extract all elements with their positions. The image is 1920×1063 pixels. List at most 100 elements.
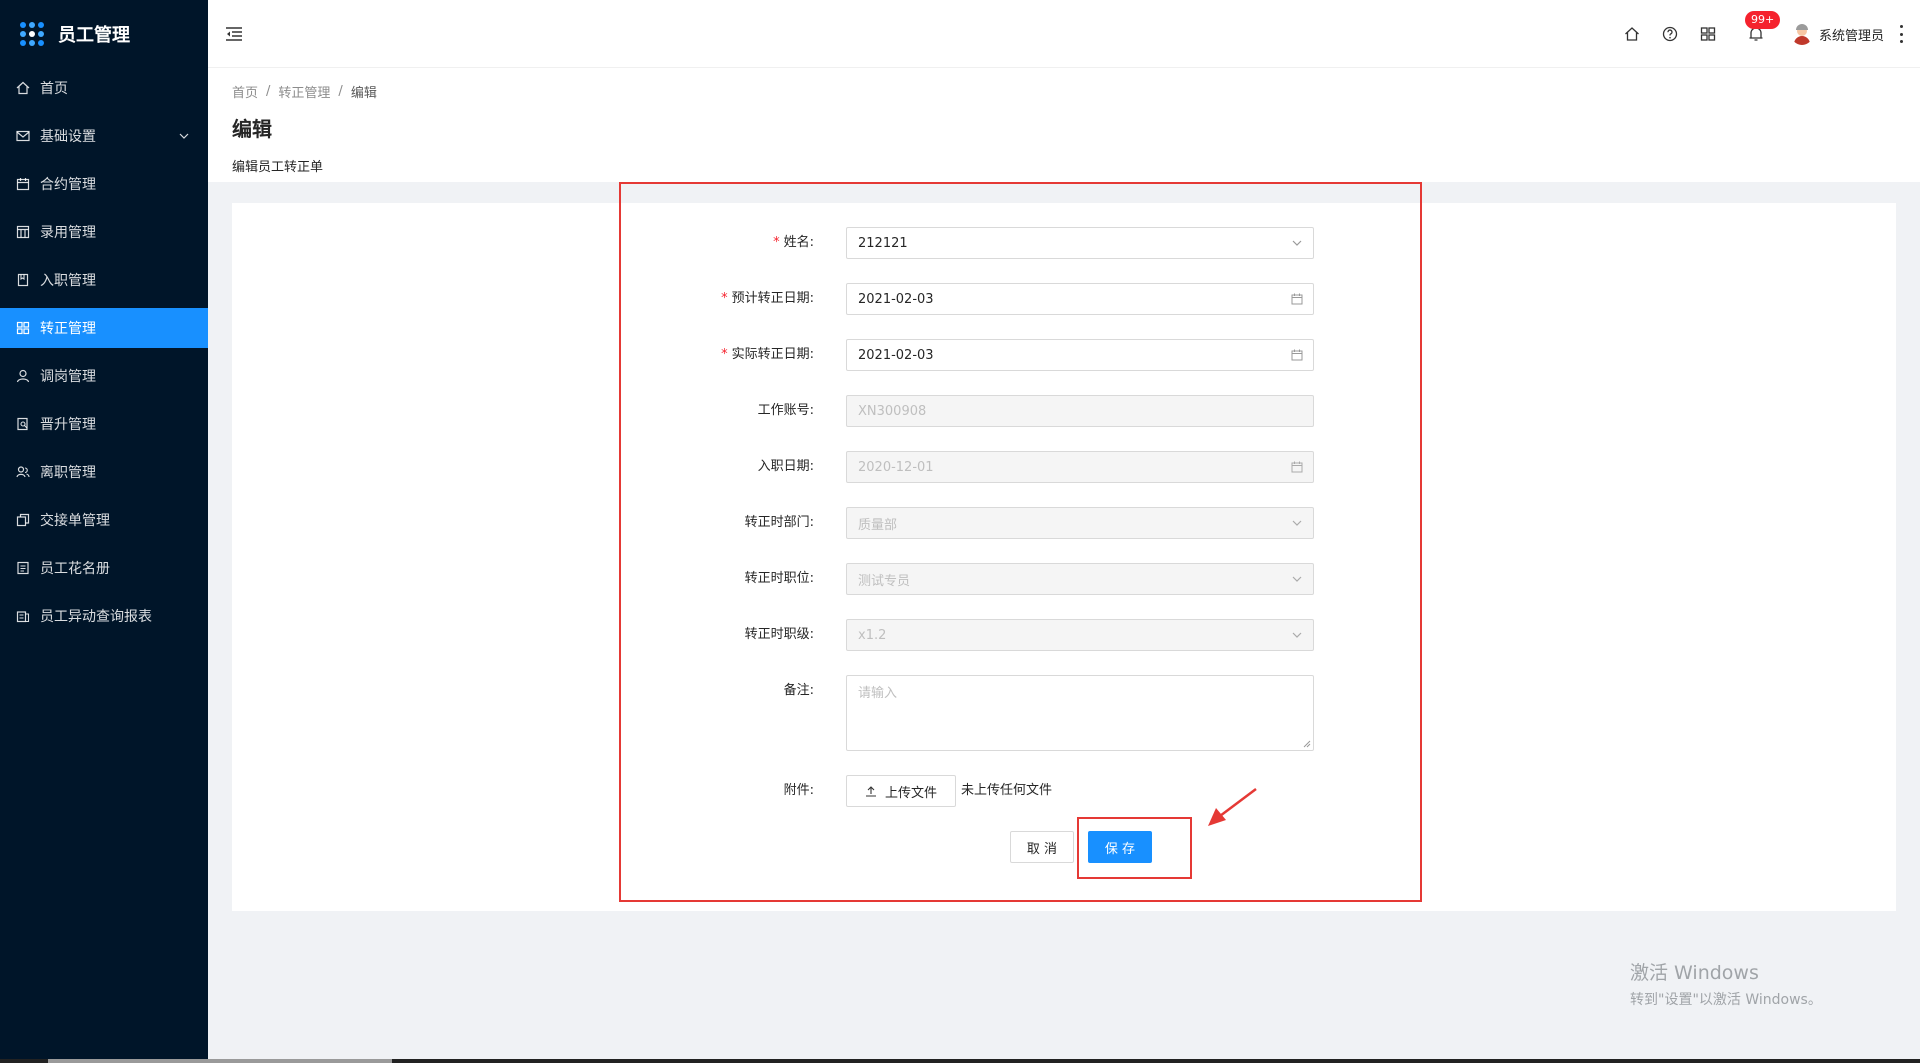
hire-date-picker[interactable]: 2020-12-01 — [846, 451, 1314, 483]
more-vertical-icon[interactable] — [1898, 25, 1904, 43]
position-value: 测试专员 — [858, 573, 911, 589]
work-account-input[interactable]: XN300908 — [846, 395, 1314, 427]
username: 系统管理员 — [1818, 28, 1884, 44]
breadcrumb-home[interactable]: 首页 — [232, 82, 258, 101]
sidebar-item-basic-settings[interactable]: 基础设置 — [0, 116, 208, 156]
sidebar-item-label: 首页 — [40, 81, 68, 97]
sidebar-item-regularization[interactable]: 转正管理 — [0, 308, 208, 348]
name-select[interactable]: 212121 — [846, 227, 1314, 259]
sidebar-item-label: 基础设置 — [40, 129, 96, 145]
sidebar-item-label: 晋升管理 — [40, 417, 96, 433]
form-row-department: 转正时部门: 质量部 — [232, 507, 1896, 539]
form-row-work-account: 工作账号: XN300908 — [232, 395, 1896, 427]
cancel-button[interactable]: 取 消 — [1010, 831, 1074, 863]
avatar — [1790, 23, 1813, 45]
form-label: * 姓名: — [773, 235, 814, 250]
report-icon — [16, 609, 30, 623]
menu-fold-icon[interactable] — [224, 24, 244, 44]
breadcrumb-separator: / — [266, 84, 271, 99]
form-actions: 取 消 保 存 — [232, 831, 1896, 863]
sidebar-item-home[interactable]: 首页 — [0, 68, 208, 108]
upload-file-button[interactable]: 上传文件 — [846, 775, 956, 807]
sidebar-item-label: 离职管理 — [40, 465, 96, 481]
sidebar-item-change-report[interactable]: 员工异动查询报表 — [0, 596, 208, 636]
chevron-down-icon — [1292, 576, 1302, 582]
appstore-icon — [16, 321, 30, 335]
chevron-down-icon — [1292, 520, 1302, 526]
user-menu[interactable]: 系统管理员 — [1790, 23, 1884, 45]
hire-date-value: 2020-12-01 — [858, 459, 934, 475]
sidebar-item-onboarding[interactable]: 入职管理 — [0, 260, 208, 300]
required-mark: * — [721, 291, 728, 306]
chevron-down-icon — [1292, 632, 1302, 638]
header-actions: 99+ 系统管理员 — [1603, 0, 1904, 68]
home-icon[interactable] — [1623, 25, 1641, 43]
position-select[interactable]: 测试专员 — [846, 563, 1314, 595]
sidebar-item-label: 员工花名册 — [40, 561, 110, 577]
calendar-icon — [16, 177, 30, 191]
sidebar-item-label: 调岗管理 — [40, 369, 96, 385]
user-icon — [16, 369, 30, 383]
remark-placeholder: 请输入 — [858, 686, 898, 701]
form-label: 备注: — [783, 683, 814, 698]
watermark-subtitle: 转到"设置"以激活 Windows。 — [1630, 992, 1822, 1008]
sidebar-item-resignation[interactable]: 离职管理 — [0, 452, 208, 492]
form-row-level: 转正时职级: x1.2 — [232, 619, 1896, 651]
upload-hint: 未上传任何文件 — [961, 783, 1053, 798]
appstore-icon[interactable] — [1699, 25, 1717, 43]
name-value: 212121 — [858, 235, 908, 251]
app-grid-icon — [20, 22, 44, 46]
expected-date-value: 2021-02-03 — [858, 291, 934, 307]
form-row-position: 转正时职位: 测试专员 — [232, 563, 1896, 595]
level-value: x1.2 — [858, 627, 887, 643]
sidebar-item-contract[interactable]: 合约管理 — [0, 164, 208, 204]
logo[interactable]: 员工管理 — [0, 0, 208, 68]
sidebar-item-label: 合约管理 — [40, 177, 96, 193]
form-label: 入职日期: — [757, 459, 814, 474]
department-select[interactable]: 质量部 — [846, 507, 1314, 539]
form-row-attachment: 附件: 上传文件 未上传任何文件 — [232, 775, 1896, 807]
department-value: 质量部 — [858, 517, 898, 533]
resize-handle-icon[interactable] — [1303, 740, 1311, 748]
sidebar-item-label: 录用管理 — [40, 225, 96, 241]
profile-icon — [16, 561, 30, 575]
help-icon[interactable] — [1661, 25, 1679, 43]
upload-button-label: 上传文件 — [884, 785, 937, 801]
form-label: * 实际转正日期: — [721, 347, 814, 362]
file-search-icon — [16, 417, 30, 431]
sidebar-item-transfer[interactable]: 调岗管理 — [0, 356, 208, 396]
sidebar-item-hiring[interactable]: 录用管理 — [0, 212, 208, 252]
level-select[interactable]: x1.2 — [846, 619, 1314, 651]
windows-activation-watermark: 激活 Windows 转到"设置"以激活 Windows。 — [1630, 958, 1822, 1009]
sidebar-item-handover[interactable]: 交接单管理 — [0, 500, 208, 540]
calendar-icon — [1291, 349, 1303, 361]
remark-textarea[interactable]: 请输入 — [846, 675, 1314, 751]
form-row-name: * 姓名: 212121 — [232, 227, 1896, 259]
form-label: 转正时部门: — [744, 515, 814, 530]
bottom-scrollbar[interactable] — [0, 1059, 1920, 1063]
scrollbar-thumb[interactable] — [48, 1059, 392, 1063]
sidebar-item-label: 入职管理 — [40, 273, 96, 289]
layout-icon — [16, 225, 30, 239]
top-header: 99+ 系统管理员 — [208, 0, 1920, 68]
sidebar: 员工管理 首页 基础设置 合约管理 录用管理 入职管理 转正管理 调岗管理 晋升… — [0, 0, 208, 1063]
breadcrumb-separator: / — [338, 84, 343, 99]
bell-icon[interactable]: 99+ — [1744, 11, 1781, 43]
calendar-icon — [1291, 293, 1303, 305]
sidebar-item-promotion[interactable]: 晋升管理 — [0, 404, 208, 444]
form-label: 附件: — [783, 783, 814, 798]
sidebar-item-roster[interactable]: 员工花名册 — [0, 548, 208, 588]
calendar-icon — [1291, 461, 1303, 473]
sidebar-item-label: 转正管理 — [40, 321, 96, 337]
form-card: * 姓名: 212121 * 预计转正日期: 2021-02-03 * 实际转正日期:… — [232, 203, 1896, 911]
mail-icon — [16, 129, 30, 143]
home-icon — [16, 81, 30, 95]
save-button[interactable]: 保 存 — [1088, 831, 1152, 863]
app-title: 员工管理 — [58, 25, 130, 46]
expected-date-picker[interactable]: 2021-02-03 — [846, 283, 1314, 315]
breadcrumb-regularization[interactable]: 转正管理 — [278, 82, 330, 101]
actual-date-picker[interactable]: 2021-02-03 — [846, 339, 1314, 371]
sidebar-menu: 首页 基础设置 合约管理 录用管理 入职管理 转正管理 调岗管理 晋升管理 离职… — [0, 68, 208, 636]
upload-icon — [865, 786, 876, 797]
team-icon — [16, 465, 30, 479]
